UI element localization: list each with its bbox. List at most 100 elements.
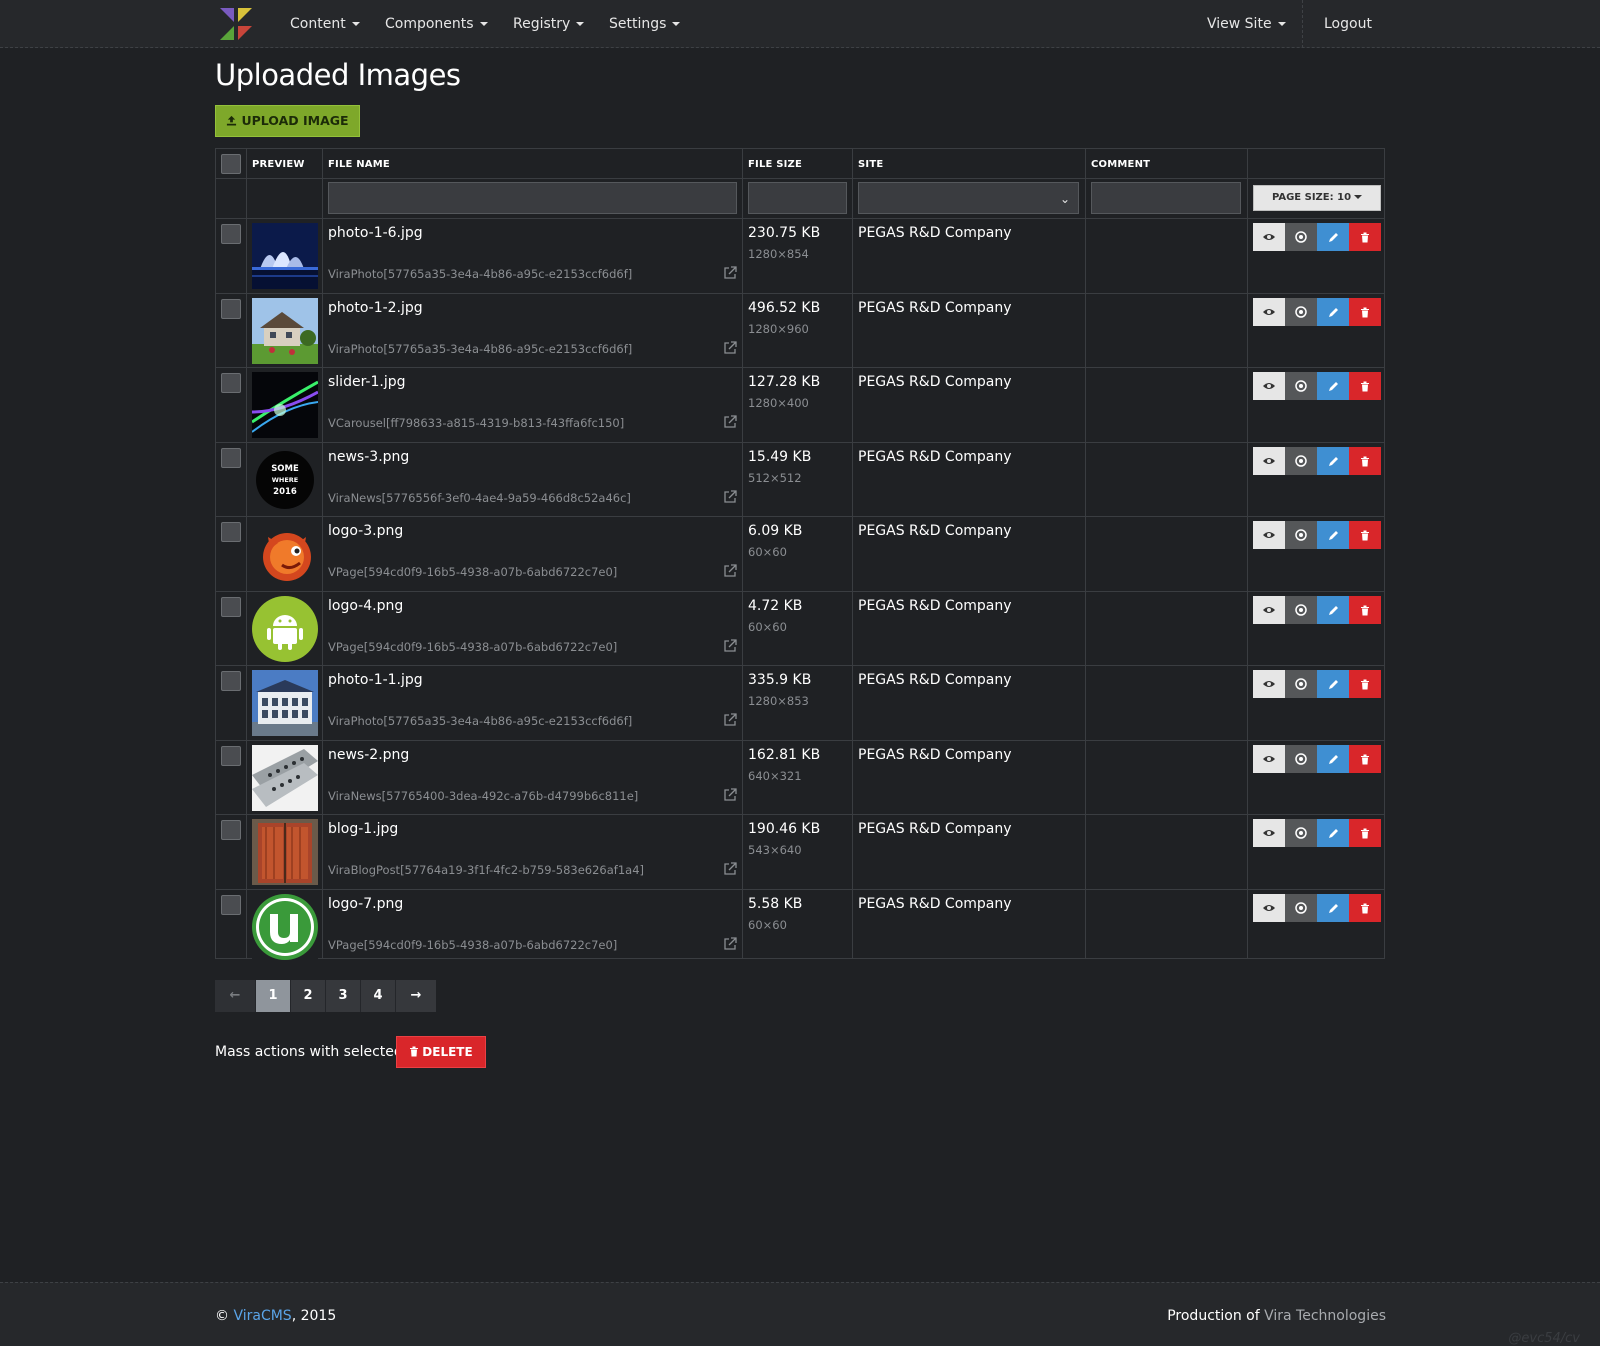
header-file-name[interactable]: FILE NAME: [328, 159, 390, 170]
header-site[interactable]: SITE: [858, 159, 883, 170]
nav-view-site[interactable]: View Site: [1207, 0, 1286, 48]
external-link-icon[interactable]: [723, 265, 737, 279]
delete-button[interactable]: [1349, 223, 1381, 251]
row-checkbox[interactable]: [221, 448, 241, 468]
external-link-icon[interactable]: [723, 712, 737, 726]
image-preview[interactable]: SOME WHERE 2016: [252, 447, 318, 513]
delete-button[interactable]: [1349, 670, 1381, 698]
pagination-next[interactable]: →: [396, 980, 436, 1012]
delete-button[interactable]: [1349, 894, 1381, 922]
footer-company-link[interactable]: Vira Technologies: [1264, 1308, 1386, 1324]
image-preview[interactable]: [252, 894, 318, 960]
header-preview[interactable]: PREVIEW: [252, 159, 305, 170]
image-preview[interactable]: [252, 521, 318, 587]
delete-button[interactable]: [1349, 745, 1381, 773]
details-button[interactable]: [1285, 372, 1317, 400]
row-checkbox[interactable]: [221, 373, 241, 393]
view-button[interactable]: [1253, 670, 1285, 698]
view-button[interactable]: [1253, 223, 1285, 251]
image-preview[interactable]: [252, 223, 318, 289]
delete-button[interactable]: [1349, 596, 1381, 624]
pagination-page-3[interactable]: 3: [326, 980, 361, 1012]
view-button[interactable]: [1253, 521, 1285, 549]
details-button[interactable]: [1285, 223, 1317, 251]
nav-content[interactable]: Content: [290, 0, 360, 48]
vira-logo[interactable]: [218, 6, 254, 42]
view-button[interactable]: [1253, 372, 1285, 400]
details-button[interactable]: [1285, 447, 1317, 475]
image-preview[interactable]: [252, 372, 318, 438]
view-button[interactable]: [1253, 596, 1285, 624]
details-button[interactable]: [1285, 521, 1317, 549]
page-size-button[interactable]: PAGE SIZE: 10: [1253, 185, 1381, 211]
details-button[interactable]: [1285, 298, 1317, 326]
edit-button[interactable]: [1317, 223, 1349, 251]
external-link-icon[interactable]: [723, 340, 737, 354]
row-checkbox[interactable]: [221, 522, 241, 542]
view-button[interactable]: [1253, 745, 1285, 773]
row-checkbox[interactable]: [221, 895, 241, 915]
details-button[interactable]: [1285, 819, 1317, 847]
row-checkbox[interactable]: [221, 224, 241, 244]
external-link-icon[interactable]: [723, 861, 737, 875]
view-button[interactable]: [1253, 298, 1285, 326]
details-button[interactable]: [1285, 596, 1317, 624]
details-button[interactable]: [1285, 670, 1317, 698]
view-button[interactable]: [1253, 447, 1285, 475]
delete-button[interactable]: [1349, 819, 1381, 847]
external-link-icon[interactable]: [723, 563, 737, 577]
edit-button[interactable]: [1317, 372, 1349, 400]
external-link-icon[interactable]: [723, 638, 737, 652]
edit-button[interactable]: [1317, 298, 1349, 326]
external-link-icon[interactable]: [723, 787, 737, 801]
header-comment[interactable]: COMMENT: [1091, 159, 1150, 170]
pagination-page-4[interactable]: 4: [361, 980, 396, 1012]
row-checkbox[interactable]: [221, 671, 241, 691]
delete-button[interactable]: [1349, 372, 1381, 400]
details-button[interactable]: [1285, 745, 1317, 773]
nav-logout[interactable]: Logout: [1324, 0, 1372, 48]
row-checkbox[interactable]: [221, 299, 241, 319]
pagination-prev[interactable]: ←: [215, 980, 256, 1012]
edit-button[interactable]: [1317, 894, 1349, 922]
filter-file-name-input[interactable]: [328, 182, 737, 214]
delete-button[interactable]: [1349, 447, 1381, 475]
pagination-page-2[interactable]: 2: [291, 980, 326, 1012]
pagination-page-1[interactable]: 1: [256, 980, 291, 1012]
select-all-checkbox[interactable]: [221, 154, 241, 174]
delete-button[interactable]: [1349, 521, 1381, 549]
edit-button[interactable]: [1317, 745, 1349, 773]
view-button[interactable]: [1253, 819, 1285, 847]
edit-button[interactable]: [1317, 819, 1349, 847]
image-preview[interactable]: [252, 819, 318, 885]
row-checkbox[interactable]: [221, 597, 241, 617]
upload-image-button[interactable]: UPLOAD IMAGE: [215, 105, 360, 137]
nav-components[interactable]: Components: [385, 0, 488, 48]
details-button[interactable]: [1285, 894, 1317, 922]
external-link-icon[interactable]: [723, 936, 737, 950]
image-preview[interactable]: [252, 670, 318, 736]
edit-button[interactable]: [1317, 447, 1349, 475]
view-button[interactable]: [1253, 894, 1285, 922]
mass-delete-button[interactable]: DELETE: [396, 1036, 486, 1068]
pencil-icon: [1328, 381, 1339, 392]
footer-brand-link[interactable]: ViraCMS: [233, 1308, 291, 1324]
delete-button[interactable]: [1349, 298, 1381, 326]
image-preview[interactable]: [252, 745, 318, 811]
row-checkbox[interactable]: [221, 746, 241, 766]
nav-settings[interactable]: Settings: [609, 0, 681, 48]
filter-comment-input[interactable]: [1091, 182, 1241, 214]
header-file-size[interactable]: FILE SIZE: [748, 159, 802, 170]
external-link-icon[interactable]: [723, 489, 737, 503]
filter-file-size-input[interactable]: [748, 182, 847, 214]
edit-button[interactable]: [1317, 596, 1349, 624]
trash-icon: [1360, 605, 1370, 616]
edit-button[interactable]: [1317, 521, 1349, 549]
nav-registry[interactable]: Registry: [513, 0, 585, 48]
external-link-icon[interactable]: [723, 414, 737, 428]
filter-site-select[interactable]: ⌄: [858, 182, 1079, 214]
row-checkbox[interactable]: [221, 820, 241, 840]
image-preview[interactable]: [252, 596, 318, 662]
edit-button[interactable]: [1317, 670, 1349, 698]
image-preview[interactable]: [252, 298, 318, 364]
